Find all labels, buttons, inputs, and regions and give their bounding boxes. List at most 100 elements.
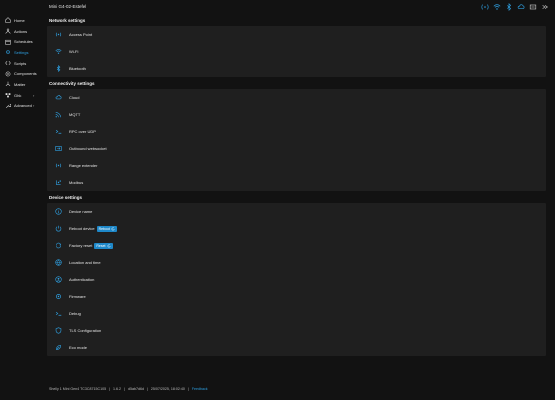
code-icon — [4, 60, 11, 67]
row-authentication[interactable]: Authentication — [47, 271, 546, 288]
row-label: Eco mode — [69, 345, 88, 350]
outbound-icon[interactable] — [529, 3, 537, 12]
row-label: Firmware — [69, 294, 86, 299]
row-tls-configuration[interactable]: TLS Configuration — [47, 322, 546, 339]
device-settings-card: Device name Reboot device Reboot Factory… — [47, 203, 546, 356]
refresh-icon — [107, 244, 110, 247]
terminal-icon — [54, 310, 62, 318]
sidebar: Home Actions Schedules Settings Scripts … — [0, 15, 44, 111]
reset-button[interactable]: Reset — [94, 242, 113, 249]
settings-content: Network settings Access Point Wi-Fi Blue… — [47, 14, 546, 356]
sidebar-item-label: Advanced — [14, 103, 32, 109]
home-icon — [4, 17, 11, 24]
sidebar-item-actions[interactable]: Actions — [0, 26, 44, 37]
row-label: Modbus — [69, 180, 84, 185]
row-label: Bluetooth — [69, 66, 86, 71]
reboot-button[interactable]: Reboot — [96, 225, 117, 232]
sidebar-item-settings[interactable]: Settings — [0, 47, 44, 58]
mqtt-icon — [54, 111, 62, 119]
row-location-and-time[interactable]: Location and time — [47, 254, 546, 271]
section-title-network: Network settings — [49, 17, 86, 23]
row-device-name[interactable]: Device name — [47, 203, 546, 220]
row-access-point[interactable]: Access Point — [47, 26, 546, 43]
row-rpc-over-udp[interactable]: RPC over UDP — [47, 123, 546, 140]
sidebar-item-schedules[interactable]: Schedules — [0, 36, 44, 47]
row-label: Reboot device — [69, 226, 95, 231]
network-settings-card: Access Point Wi-Fi Bluetooth — [47, 26, 546, 77]
info-icon — [54, 208, 62, 216]
cloud-icon[interactable] — [517, 3, 525, 12]
footer-date: 25/07/2025, 18:02:40 — [150, 387, 185, 391]
row-label: Authentication — [69, 277, 95, 282]
footer-build: d5ab7d6d — [127, 387, 144, 391]
row-label: RPC over UDP — [69, 129, 96, 134]
top-bar: Mini G4-02-Estefel — [0, 0, 555, 14]
row-firmware[interactable]: Firmware — [47, 288, 546, 305]
section-title-connectivity: Connectivity settings — [49, 80, 95, 86]
row-wifi[interactable]: Wi-Fi — [47, 43, 546, 60]
modbus-icon — [54, 179, 62, 187]
device-title: Mini G4-02-Estefel — [49, 4, 87, 9]
footer-model: Shelly 1 Mini Gen4 TC3C8715C105 — [49, 387, 107, 391]
row-label: Device name — [69, 209, 93, 214]
sidebar-item-label: Actions — [14, 28, 28, 34]
row-label: TLS Configuration — [69, 328, 102, 333]
footer-separator: | — [146, 387, 148, 391]
eco-icon — [54, 344, 62, 352]
connectivity-settings-card: Cloud MQTT RPC over UDP Outbound websock… — [47, 89, 546, 191]
power-icon — [54, 225, 62, 233]
wrench-icon — [4, 102, 11, 109]
rpc-icon[interactable] — [541, 3, 549, 12]
reset-icon — [54, 242, 62, 250]
footer-separator: | — [124, 387, 125, 391]
feedback-link[interactable]: Feedback — [192, 387, 208, 391]
sidebar-item-label: Scripts — [14, 60, 27, 66]
row-range-extender[interactable]: Range extender — [47, 157, 546, 174]
row-mqtt[interactable]: MQTT — [47, 106, 546, 123]
chevron-right-icon: › — [33, 103, 35, 109]
bluetooth-icon — [54, 65, 62, 73]
row-debug[interactable]: Debug — [47, 305, 546, 322]
websocket-icon — [54, 145, 62, 153]
ghk-icon — [4, 92, 11, 99]
row-bluetooth[interactable]: Bluetooth — [47, 60, 546, 77]
row-label: Access Point — [69, 32, 93, 37]
actions-icon — [4, 28, 11, 35]
shield-icon — [54, 327, 62, 335]
wifi-icon[interactable] — [493, 3, 501, 12]
row-label: Debug — [69, 311, 81, 316]
sidebar-item-advanced[interactable]: Advanced › — [0, 101, 44, 112]
sidebar-item-label: Schedules — [14, 39, 33, 45]
footer-separator: | — [187, 387, 189, 391]
reset-button-label: Reset — [96, 243, 106, 248]
sidebar-item-label: Components — [14, 71, 37, 77]
sidebar-item-label: Settings — [14, 49, 29, 55]
row-label: Wi-Fi — [69, 49, 79, 54]
sidebar-item-ghk[interactable]: Ghk › — [0, 90, 44, 101]
firmware-icon — [54, 293, 62, 301]
terminal-icon — [54, 128, 62, 136]
chevron-right-icon: › — [33, 92, 35, 98]
sidebar-item-components[interactable]: Components — [0, 68, 44, 79]
row-reboot-device[interactable]: Reboot device Reboot — [47, 220, 546, 237]
row-factory-reset[interactable]: Factory reset Reset — [47, 237, 546, 254]
row-modbus[interactable]: Modbus — [47, 174, 546, 191]
reboot-button-label: Reboot — [98, 226, 110, 231]
row-label: Location and time — [69, 260, 101, 265]
sidebar-item-home[interactable]: Home — [0, 15, 44, 26]
sidebar-item-matter[interactable]: Matter — [0, 79, 44, 90]
wifi-ap-icon[interactable] — [481, 3, 489, 12]
refresh-icon — [111, 227, 115, 230]
row-cloud[interactable]: Cloud — [47, 89, 546, 106]
row-eco-mode[interactable]: Eco mode — [47, 339, 546, 356]
bluetooth-icon[interactable] — [505, 3, 513, 12]
globe-icon — [54, 259, 62, 267]
sidebar-item-label: Ghk — [14, 92, 22, 98]
section-title-device: Device settings — [49, 194, 83, 200]
sidebar-item-label: Matter — [14, 81, 26, 87]
range-extender-icon — [54, 162, 62, 170]
sidebar-item-scripts[interactable]: Scripts — [0, 58, 44, 69]
footer: Shelly 1 Mini Gen4 TC3C8715C105 | 1.6.2 … — [49, 387, 208, 391]
row-outbound-websocket[interactable]: Outbound websocket — [47, 140, 546, 157]
footer-version: 1.6.2 — [113, 387, 122, 391]
